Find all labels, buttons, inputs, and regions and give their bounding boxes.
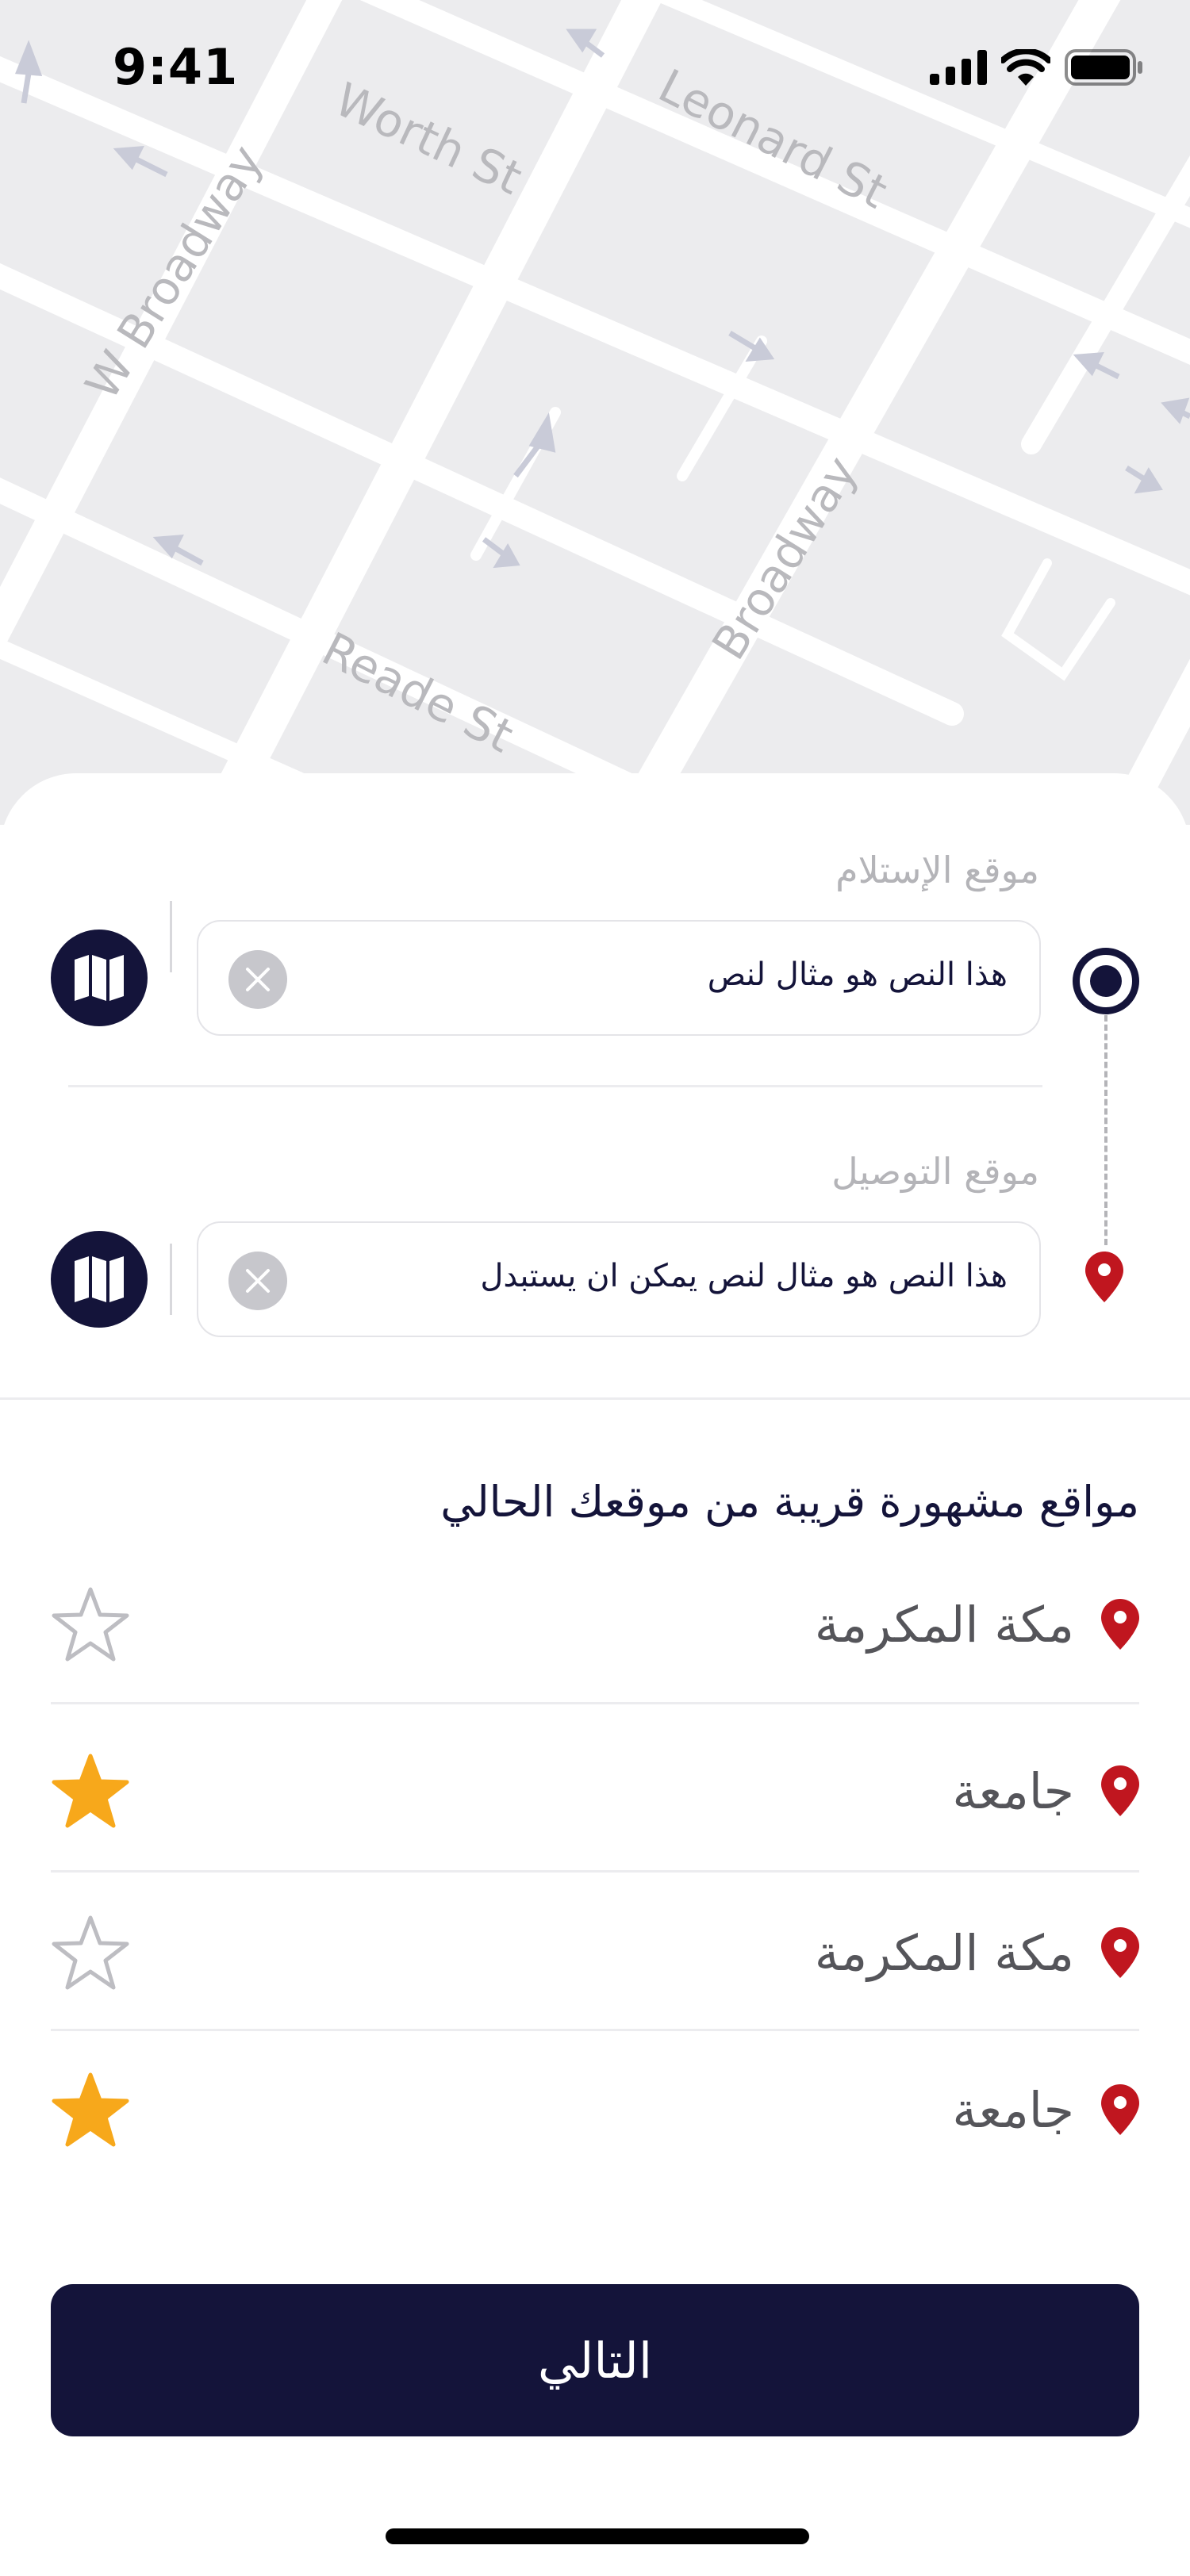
location-pin-icon	[1101, 2084, 1139, 2135]
dropoff-label: موقع التوصيل	[831, 1150, 1039, 1193]
list-item[interactable]: جامعة	[51, 2032, 1139, 2191]
location-pin-icon	[1101, 1765, 1139, 1816]
list-item[interactable]: مكة المكرمة	[51, 1873, 1139, 2032]
dropoff-divider	[170, 1244, 172, 1315]
place-name: مكة المكرمة	[814, 1924, 1074, 1982]
star-icon[interactable]	[51, 1586, 130, 1662]
pickup-clear-button[interactable]	[228, 950, 287, 1009]
dropoff-input[interactable]: هذا النص هو مثال لنص يمكن ان يستبدل	[197, 1221, 1041, 1337]
row-divider	[51, 1870, 1139, 1873]
status-time: 9:41	[113, 38, 239, 96]
origin-marker-icon	[1073, 948, 1139, 1014]
close-icon	[246, 1269, 270, 1293]
location-pin-icon	[1085, 1252, 1123, 1302]
location-pin-icon	[1101, 1927, 1139, 1978]
pickup-label: موقع الإستلام	[835, 849, 1039, 891]
row-divider	[51, 2029, 1139, 2031]
row-divider	[51, 1702, 1139, 1704]
list-item[interactable]: مكة المكرمة	[51, 1547, 1139, 1705]
place-name: مكة المكرمة	[814, 1596, 1074, 1654]
section-divider	[0, 1397, 1190, 1400]
cellular-signal-icon	[930, 50, 987, 85]
dropoff-input-value: هذا النص هو مثال لنص يمكن ان يستبدل	[480, 1258, 1008, 1294]
fields-divider	[68, 1085, 1042, 1087]
place-name: جامعة	[952, 1762, 1074, 1820]
home-indicator	[386, 2528, 809, 2544]
nearby-places-title: مواقع مشهورة قريبة من موقعك الحالي	[440, 1477, 1139, 1527]
dropoff-map-button[interactable]	[51, 1231, 148, 1328]
star-icon[interactable]	[51, 2072, 130, 2148]
list-item[interactable]: جامعة	[51, 1712, 1139, 1870]
pickup-map-button[interactable]	[51, 930, 148, 1026]
dropoff-clear-button[interactable]	[228, 1252, 287, 1310]
next-button[interactable]: التالي	[51, 2284, 1139, 2436]
battery-icon	[1065, 49, 1142, 86]
star-icon[interactable]	[51, 1753, 130, 1829]
wifi-icon	[1001, 49, 1050, 86]
map-icon	[75, 1256, 124, 1302]
close-icon	[246, 968, 270, 991]
status-icons	[930, 49, 1144, 86]
map-icon	[75, 955, 124, 1001]
pickup-divider	[170, 901, 172, 972]
street-label-reade: Reade St	[314, 622, 522, 763]
pickup-input[interactable]: هذا النص هو مثال لنص	[197, 920, 1041, 1036]
pickup-input-value: هذا النص هو مثال لنص	[707, 956, 1008, 993]
star-icon[interactable]	[51, 1915, 130, 1991]
location-pin-icon	[1101, 1599, 1139, 1650]
place-name: جامعة	[952, 2081, 1074, 2139]
route-connector	[1104, 1015, 1107, 1245]
status-bar: 9:41	[0, 0, 1190, 143]
